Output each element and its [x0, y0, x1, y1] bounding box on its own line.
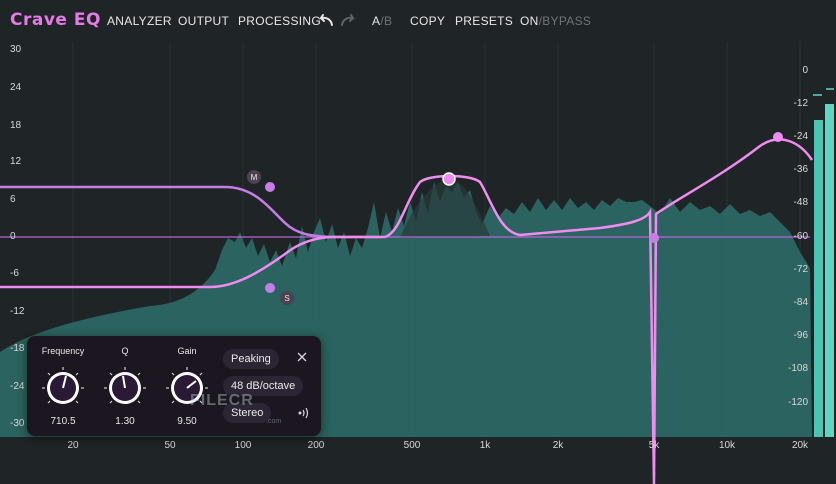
- y-tick-right: -84: [793, 297, 808, 308]
- ab-b-label: B: [383, 14, 393, 28]
- notch-band-node[interactable]: [649, 233, 659, 243]
- mid-band-tag[interactable]: M: [247, 170, 261, 184]
- x-tick: 50: [164, 440, 176, 451]
- y-tick-right: -24: [793, 131, 808, 142]
- watermark-sub: .com: [266, 418, 282, 425]
- x-tick: 2k: [552, 440, 564, 451]
- x-tick: 10k: [718, 440, 736, 451]
- y-tick-right: -12: [793, 98, 808, 109]
- frequency-knob[interactable]: [41, 366, 85, 410]
- y-tick-left: 6: [10, 194, 16, 205]
- y-tick-left: 18: [10, 120, 22, 131]
- undo-arrow-icon[interactable]: [316, 13, 334, 27]
- y-tick-left: 30: [10, 44, 22, 55]
- meter-left: [814, 120, 823, 437]
- y-tick-left: 12: [10, 156, 22, 167]
- y-tick-left: -24: [10, 381, 25, 392]
- menu-output[interactable]: OUTPUT: [178, 14, 229, 28]
- x-tick: 200: [307, 440, 325, 451]
- menu-processing[interactable]: PROCESSING: [238, 14, 321, 28]
- x-tick: 5k: [648, 440, 660, 451]
- q-knob[interactable]: [103, 366, 147, 410]
- side-band-tag[interactable]: S: [280, 291, 294, 305]
- y-tick-right: -108: [787, 363, 808, 374]
- filter-type-select[interactable]: Peaking: [223, 349, 279, 369]
- bypass-label: /BYPASS: [538, 14, 592, 28]
- y-tick-right: -36: [793, 164, 808, 175]
- y-tick-left: 24: [10, 82, 22, 93]
- y-tick-right: 0: [802, 65, 808, 76]
- q-value: 1.30: [115, 416, 135, 427]
- y-tick-right: -48: [793, 197, 808, 208]
- menu-presets[interactable]: PRESETS: [455, 14, 513, 28]
- menu-analyzer[interactable]: ANALYZER: [107, 14, 172, 28]
- watermark-logo: FILECR: [190, 392, 254, 409]
- x-tick: 100: [234, 440, 252, 451]
- y-tick-left: -18: [10, 343, 25, 354]
- y-tick-left: -12: [10, 306, 25, 317]
- mid-eq-curve: [0, 185, 380, 239]
- on-label: ON: [520, 14, 539, 28]
- gain-label: Gain: [177, 346, 197, 356]
- y-tick-left: 0: [10, 231, 16, 242]
- close-icon[interactable]: [297, 352, 307, 362]
- y-tick-right: -72: [793, 264, 808, 275]
- redo-arrow-icon[interactable]: [340, 13, 358, 27]
- x-tick: 20k: [791, 440, 809, 451]
- y-tick-left: -6: [10, 268, 19, 279]
- meter-right: [825, 104, 834, 437]
- y-tick-right: -60: [793, 231, 808, 242]
- y-tick-right: -120: [787, 397, 808, 408]
- x-tick: 20: [67, 440, 79, 451]
- frequency-value: 710.5: [50, 416, 76, 427]
- x-tick: 500: [403, 440, 421, 451]
- side-band-node[interactable]: [265, 283, 275, 293]
- peak-band-node[interactable]: [442, 172, 456, 186]
- app-logo: Crave EQ: [10, 10, 101, 30]
- ab-toggle[interactable]: A/B: [372, 14, 392, 28]
- on-bypass-toggle[interactable]: ON/BYPASS: [520, 14, 591, 28]
- menu-copy[interactable]: COPY: [410, 14, 445, 28]
- spectrum-peak: [400, 180, 490, 238]
- q-label: Q: [121, 346, 129, 356]
- gain-value: 9.50: [177, 416, 197, 427]
- top-bar: Crave EQ ANALYZER OUTPUT PROCESSING A/B …: [0, 0, 836, 42]
- y-tick-left: -30: [10, 418, 25, 429]
- y-tick-right: -96: [793, 330, 808, 341]
- mid-band-node[interactable]: [265, 182, 275, 192]
- stereo-width-icon[interactable]: [297, 406, 311, 420]
- frequency-label: Frequency: [41, 346, 85, 356]
- x-tick: 1k: [479, 440, 491, 451]
